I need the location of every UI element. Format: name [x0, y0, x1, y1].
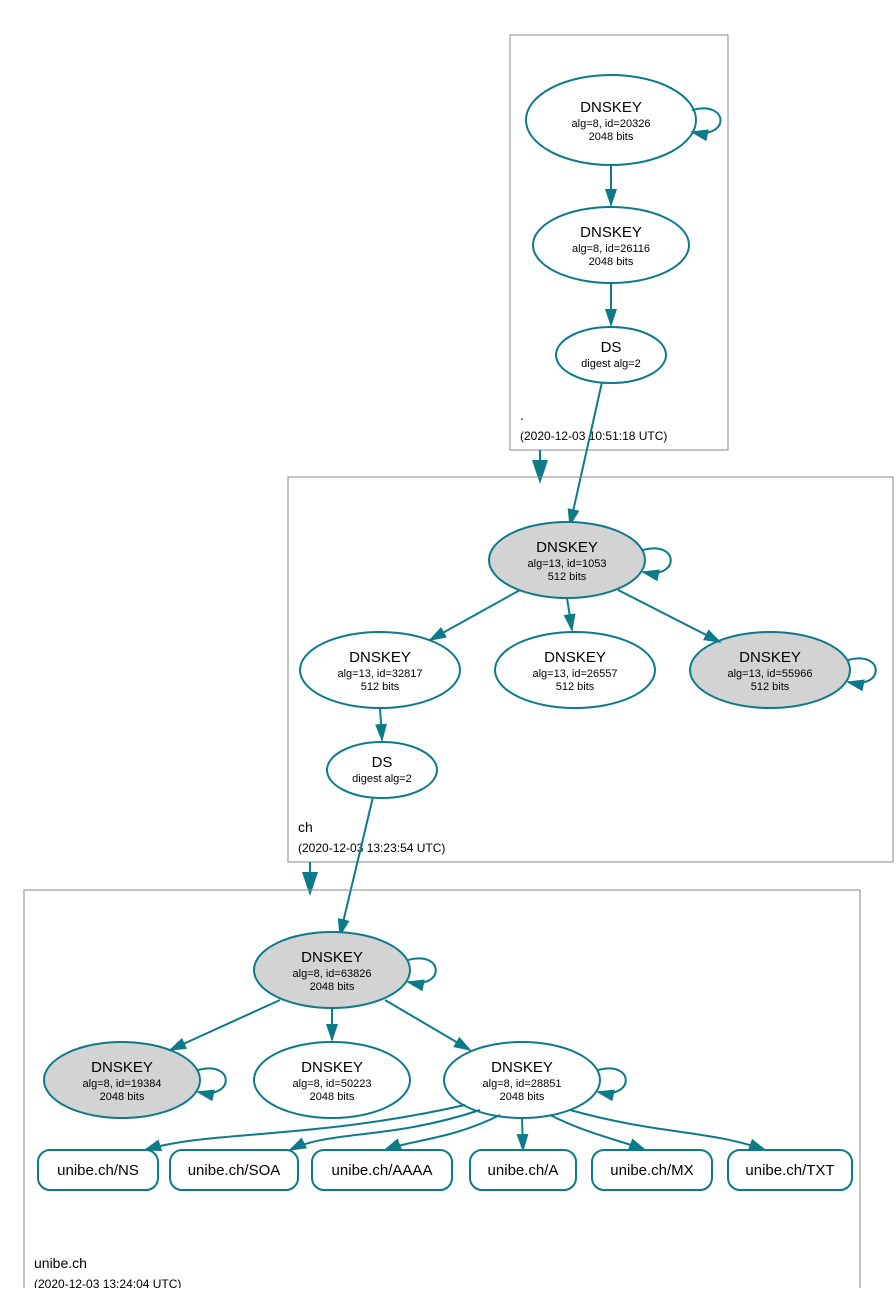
node-ch-zsk-55966: DNSKEY alg=13, id=55966 512 bits	[690, 632, 876, 708]
node-ch-ds: DS digest alg=2	[327, 742, 437, 798]
node-unibe-zsk-19384: DNSKEY alg=8, id=19384 2048 bits	[44, 1042, 226, 1118]
svg-text:2048 bits: 2048 bits	[589, 256, 634, 268]
svg-text:DNSKEY: DNSKEY	[349, 649, 411, 666]
svg-text:2048 bits: 2048 bits	[310, 1091, 355, 1103]
svg-text:DNSKEY: DNSKEY	[91, 1059, 153, 1076]
node-root-zsk: DNSKEY alg=8, id=26116 2048 bits	[533, 207, 689, 283]
rr-soa: unibe.ch/SOA	[188, 1162, 281, 1179]
rr-aaaa: unibe.ch/AAAA	[332, 1162, 433, 1179]
svg-text:DNSKEY: DNSKEY	[536, 539, 598, 556]
rr-txt: unibe.ch/TXT	[745, 1162, 834, 1179]
svg-text:alg=13, id=55966: alg=13, id=55966	[727, 668, 812, 680]
zone-root-label: .	[520, 407, 524, 423]
svg-text:DNSKEY: DNSKEY	[580, 224, 642, 241]
svg-text:2048 bits: 2048 bits	[100, 1091, 145, 1103]
zone-ch-label: ch	[298, 819, 313, 835]
node-unibe-zsk-50223: DNSKEY alg=8, id=50223 2048 bits	[254, 1042, 410, 1118]
node-root-ksk: DNSKEY alg=8, id=20326 2048 bits	[526, 75, 721, 165]
svg-text:alg=8, id=20326: alg=8, id=20326	[572, 118, 651, 130]
svg-text:alg=8, id=63826: alg=8, id=63826	[293, 968, 372, 980]
svg-text:512 bits: 512 bits	[361, 681, 400, 693]
node-unibe-zsk-28851: DNSKEY alg=8, id=28851 2048 bits	[444, 1042, 626, 1118]
node-ch-zsk-32817: DNSKEY alg=13, id=32817 512 bits	[300, 632, 460, 708]
svg-text:alg=8, id=50223: alg=8, id=50223	[293, 1078, 372, 1090]
rr-mx: unibe.ch/MX	[610, 1162, 693, 1179]
dnssec-graph: . (2020-12-03 10:51:18 UTC) DNSKEY alg=8…	[10, 10, 896, 1288]
zone-unibe-timestamp: (2020-12-03 13:24:04 UTC)	[34, 1277, 181, 1288]
svg-text:2048 bits: 2048 bits	[310, 981, 355, 993]
svg-text:DS: DS	[601, 339, 622, 356]
svg-text:alg=8, id=26116: alg=8, id=26116	[572, 243, 650, 255]
svg-text:DNSKEY: DNSKEY	[491, 1059, 553, 1076]
node-ch-zsk-26557: DNSKEY alg=13, id=26557 512 bits	[495, 632, 655, 708]
zone-unibe-label: unibe.ch	[34, 1255, 87, 1271]
svg-text:512 bits: 512 bits	[548, 571, 587, 583]
svg-text:512 bits: 512 bits	[556, 681, 595, 693]
svg-text:alg=13, id=32817: alg=13, id=32817	[337, 668, 422, 680]
svg-text:2048 bits: 2048 bits	[589, 131, 634, 143]
svg-text:512 bits: 512 bits	[751, 681, 790, 693]
zone-ch-timestamp: (2020-12-03 13:23:54 UTC)	[298, 841, 445, 855]
node-ch-ksk: DNSKEY alg=13, id=1053 512 bits	[489, 522, 671, 598]
node-root-ds: DS digest alg=2	[556, 327, 666, 383]
rr-ns: unibe.ch/NS	[57, 1162, 139, 1179]
svg-text:DNSKEY: DNSKEY	[739, 649, 801, 666]
svg-text:alg=8, id=19384: alg=8, id=19384	[83, 1078, 162, 1090]
svg-text:DNSKEY: DNSKEY	[580, 99, 642, 116]
svg-text:DNSKEY: DNSKEY	[301, 949, 363, 966]
node-unibe-ksk: DNSKEY alg=8, id=63826 2048 bits	[254, 932, 436, 1008]
rr-nodes: unibe.ch/NS unibe.ch/SOA unibe.ch/AAAA u…	[38, 1150, 852, 1190]
svg-text:alg=13, id=1053: alg=13, id=1053	[528, 558, 607, 570]
rr-a: unibe.ch/A	[488, 1162, 559, 1179]
zone-root-timestamp: (2020-12-03 10:51:18 UTC)	[520, 429, 667, 443]
zone-root: . (2020-12-03 10:51:18 UTC) DNSKEY alg=8…	[510, 35, 728, 450]
svg-text:DNSKEY: DNSKEY	[544, 649, 606, 666]
svg-text:alg=8, id=28851: alg=8, id=28851	[483, 1078, 562, 1090]
svg-text:alg=13, id=26557: alg=13, id=26557	[532, 668, 617, 680]
zone-ch: ch (2020-12-03 13:23:54 UTC) DNSKEY alg=…	[288, 477, 893, 862]
svg-text:DS: DS	[372, 754, 393, 771]
svg-text:digest alg=2: digest alg=2	[352, 773, 412, 785]
svg-text:digest alg=2: digest alg=2	[581, 358, 641, 370]
svg-text:DNSKEY: DNSKEY	[301, 1059, 363, 1076]
zone-unibe: unibe.ch (2020-12-03 13:24:04 UTC) DNSKE…	[24, 890, 860, 1288]
svg-text:2048 bits: 2048 bits	[500, 1091, 545, 1103]
